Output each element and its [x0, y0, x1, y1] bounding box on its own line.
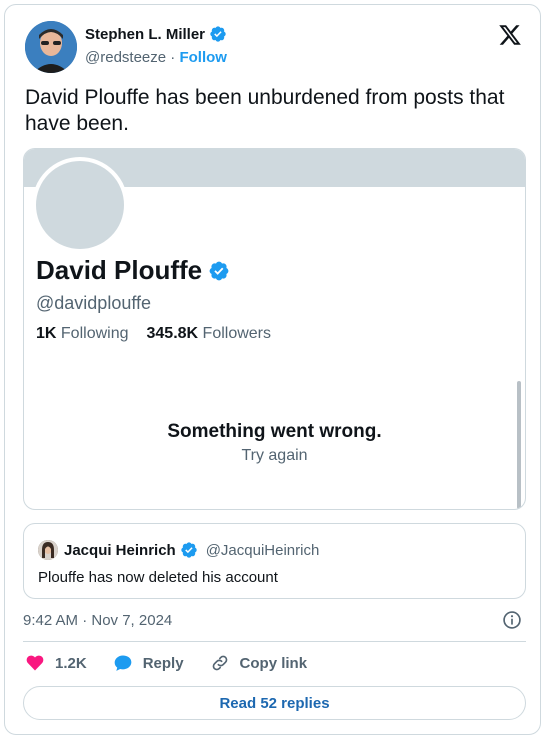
quote-tweet[interactable]: Jacqui Heinrich @JacquiHeinrich Plouffe … — [23, 523, 526, 599]
reply-button[interactable]: Reply — [113, 653, 184, 673]
quote-author-avatar — [38, 540, 58, 560]
profile-handle: @davidplouffe — [36, 293, 152, 313]
action-bar: 1.2K Reply Copy link — [25, 653, 333, 673]
reply-bubble-icon — [114, 655, 132, 671]
followers-stat: 345.8K Followers — [147, 325, 272, 343]
like-count: 1.2K — [55, 654, 87, 672]
scrollbar — [517, 381, 521, 509]
error-title: Something went wrong. — [167, 421, 382, 442]
x-logo-icon[interactable] — [498, 23, 522, 47]
verified-badge-icon — [209, 261, 229, 280]
quote-author-name-text: Jacqui Heinrich — [64, 541, 176, 559]
copy-link-label: Copy link — [239, 654, 308, 672]
followers-label: Followers — [202, 325, 272, 342]
profile-stats: 1K Following 345.8K Followers — [36, 325, 271, 343]
following-label: Following — [60, 325, 129, 342]
profile-avatar-placeholder — [32, 157, 128, 253]
author-handle-row: @redsteeze · Follow — [85, 49, 227, 66]
divider — [23, 641, 526, 642]
following-stat: 1K Following — [36, 325, 129, 343]
quote-author-handle: @JacquiHeinrich — [205, 541, 320, 559]
try-again-text: Try again — [241, 447, 308, 464]
tweet-text: David Plouffe has been unburdened from p… — [25, 86, 505, 135]
embedded-profile-screenshot: David Plouffe @davidplouffe 1K Following… — [23, 148, 526, 510]
follow-button[interactable]: Follow — [179, 49, 227, 66]
copy-link-button[interactable]: Copy link — [210, 653, 308, 673]
author-avatar[interactable] — [25, 21, 77, 73]
info-icon[interactable] — [502, 610, 522, 630]
link-icon — [212, 655, 227, 671]
tweet-timestamp[interactable]: 9:42 AM · Nov 7, 2024 — [23, 612, 172, 629]
quote-author-name: Jacqui Heinrich @JacquiHeinrich — [64, 541, 319, 559]
author-name-text[interactable]: Stephen L. Miller — [85, 26, 205, 43]
author-handle[interactable]: @redsteeze — [85, 49, 166, 66]
author-name[interactable]: Stephen L. Miller — [85, 25, 227, 43]
verified-badge-icon — [210, 26, 226, 42]
profile-name-text: David Plouffe — [36, 255, 203, 285]
profile-name: David Plouffe — [36, 255, 230, 286]
tweet-card: Stephen L. Miller @redsteeze · Follow Da… — [4, 4, 541, 735]
followers-count: 345.8K — [146, 325, 199, 342]
verified-badge-icon — [181, 542, 197, 558]
following-count: 1K — [36, 325, 57, 342]
quote-text: Plouffe has now deleted his account — [38, 569, 278, 586]
reply-label: Reply — [142, 654, 184, 672]
heart-icon — [26, 655, 44, 671]
read-replies-button[interactable]: Read 52 replies — [23, 686, 526, 720]
like-button[interactable]: 1.2K — [25, 653, 87, 673]
separator: · — [170, 49, 176, 66]
